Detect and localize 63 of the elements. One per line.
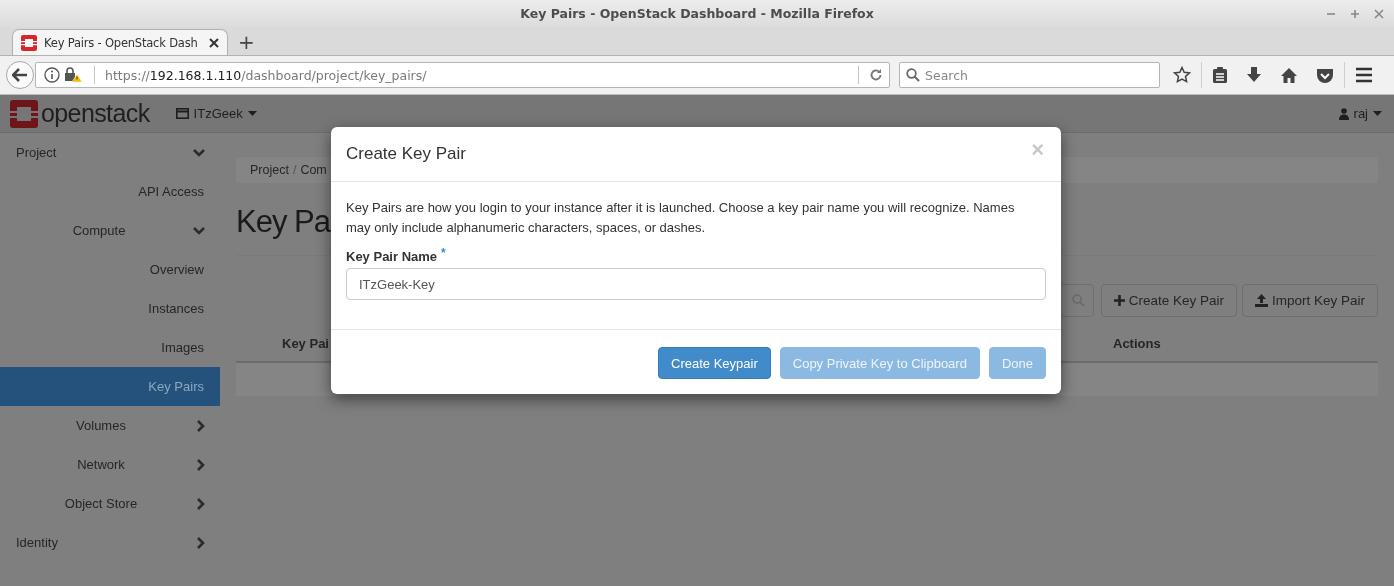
back-button[interactable] (6, 61, 34, 89)
star-icon[interactable] (1173, 66, 1191, 84)
maximize-icon[interactable] (1350, 8, 1360, 19)
page-title: Key Pa (236, 203, 330, 241)
browser-tab[interactable]: Key Pairs - OpenStack Dash (12, 29, 228, 55)
sidebar-item[interactable]: Images (0, 328, 220, 367)
info-icon (44, 67, 60, 83)
search-icon (1071, 294, 1085, 307)
home-icon[interactable] (1280, 66, 1298, 84)
person-icon (1338, 107, 1349, 120)
dialog-button[interactable]: Create Keypair (658, 347, 771, 379)
breadcrumb-separator: / (292, 163, 297, 177)
sidebar-item[interactable]: Overview (0, 250, 220, 289)
window-icon (175, 108, 189, 119)
sidebar-group[interactable]: Project (0, 133, 220, 172)
caret-icon (247, 111, 257, 116)
chevron-right-icon (196, 457, 206, 472)
breadcrumb-link[interactable]: Project (250, 163, 289, 177)
column-header: Key Pai (281, 335, 330, 351)
chevron-down-icon (192, 147, 206, 158)
new-tab-button[interactable]: + (234, 31, 259, 53)
caret-icon (1373, 111, 1382, 116)
openstack-logo-icon (21, 34, 37, 51)
download-icon[interactable] (1246, 66, 1262, 84)
url-text: https://192.168.1.110/dashboard/project/key_pairs/ (105, 67, 428, 83)
close-icon[interactable] (209, 37, 219, 48)
sidebar-group[interactable]: Volumes (0, 406, 220, 445)
user-menu[interactable]: raj (1338, 106, 1382, 121)
breadcrumb-link[interactable]: Com (300, 163, 327, 177)
sidebar-item[interactable]: Instances (0, 289, 220, 328)
key-pair-name-field[interactable]: ITzGeek-Key (346, 268, 1046, 300)
required-mark: * (441, 246, 446, 260)
pocket-icon[interactable] (1316, 66, 1334, 84)
sidebar-group[interactable]: Compute (0, 211, 220, 250)
sidebar-item[interactable]: Key Pairs (0, 367, 220, 406)
action-button[interactable]: Import Key Pair (1241, 284, 1378, 317)
plus-icon (1113, 295, 1125, 306)
window-title: Key Pairs - OpenStack Dashboard - Mozilla Firefox (520, 6, 874, 21)
menu-icon[interactable] (1355, 67, 1373, 83)
chevron-right-icon (196, 418, 206, 433)
logo-text: openstack (41, 99, 150, 128)
upload-icon (1254, 294, 1268, 307)
column-header: Actions (1113, 335, 1162, 351)
project-selector[interactable]: ITzGeek (175, 106, 257, 121)
field-label: Key Pair Name (346, 249, 438, 264)
chevron-right-icon (196, 496, 206, 511)
reload-icon[interactable] (869, 68, 883, 82)
openstack-logo-icon (10, 99, 38, 128)
sidebar-group[interactable]: Identity (0, 523, 220, 562)
action-button[interactable]: Create Key Pair (1100, 284, 1237, 317)
search-field[interactable]: Search (899, 62, 1160, 88)
sidebar-item[interactable]: API Access (0, 172, 220, 211)
lock-warning-icon (64, 67, 84, 83)
address-bar[interactable]: https://192.168.1.110/dashboard/project/key_pairs/ (35, 62, 890, 88)
chevron-right-icon (196, 535, 206, 550)
sidebar-group[interactable]: Object Store (0, 484, 220, 523)
sidebar-group[interactable]: Network (0, 445, 220, 484)
dialog-description: Key Pairs are how you login to your instance after it is launched. Choose a key pair name you will recognize. Names may only include alphanumeric characters, spaces, or dashes. (346, 199, 1016, 237)
search-icon (906, 68, 920, 82)
back-arrow-icon (12, 68, 28, 82)
chevron-down-icon (192, 225, 206, 236)
dialog-title: Create Key Pair (346, 144, 466, 164)
clipboard-list-icon[interactable] (1212, 66, 1228, 84)
